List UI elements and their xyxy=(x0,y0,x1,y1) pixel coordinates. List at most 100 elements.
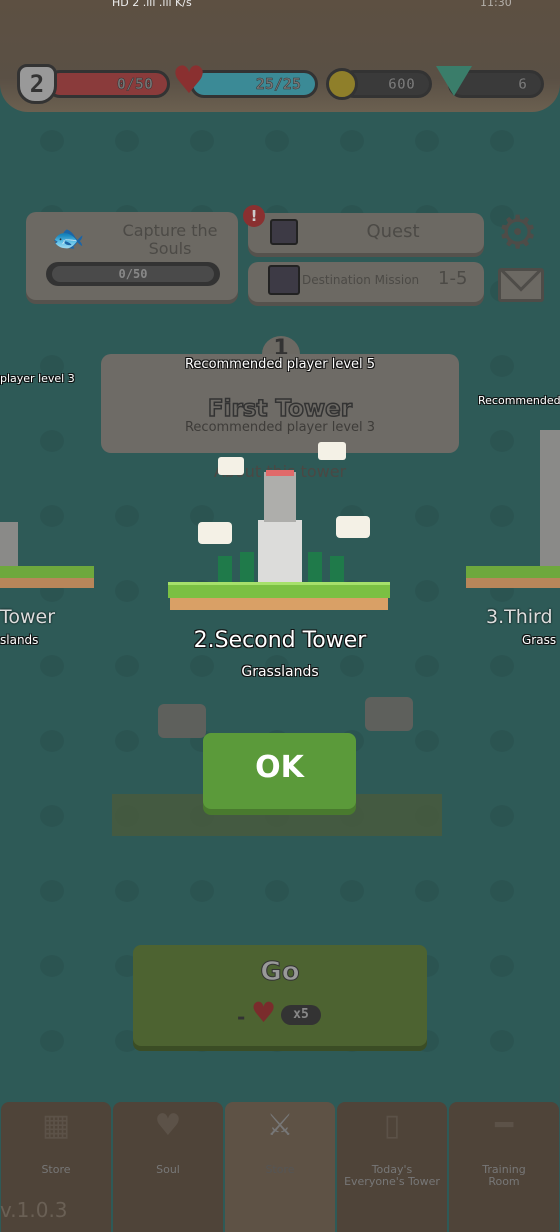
crossed-swords-icon: ⚔ xyxy=(266,1108,294,1143)
quest-label: Quest xyxy=(366,221,420,242)
paw-print-icon xyxy=(415,130,439,152)
status-bar-left: HD 2 .ıll .ıll K/s xyxy=(112,0,192,9)
hearts-value: 25/25 xyxy=(255,75,302,94)
paw-print-icon xyxy=(40,805,64,827)
nav-label: Today's Everyone's Tower xyxy=(344,1163,440,1188)
cloud-icon xyxy=(218,457,244,475)
souls-counter[interactable]: 0/50 xyxy=(46,70,170,98)
go-label: Go xyxy=(260,957,300,988)
go-cost-prefix: - xyxy=(237,1005,246,1029)
cloud-icon xyxy=(198,522,232,544)
nav-label: Store xyxy=(41,1163,71,1176)
settings-gear-icon[interactable]: ⚙ xyxy=(497,208,538,256)
soul-icon: ♥ xyxy=(154,1108,182,1143)
paw-print-icon xyxy=(415,880,439,902)
right-tower-icon xyxy=(540,430,560,566)
nav-tab-training-room[interactable]: ━ Training Room xyxy=(449,1102,559,1232)
right-island[interactable] xyxy=(466,566,560,578)
capture-title: Capture the Souls xyxy=(122,221,218,258)
paw-print-icon xyxy=(40,130,64,152)
paw-print-icon xyxy=(490,430,514,452)
paw-print-icon xyxy=(490,805,514,827)
tooltip-title: First Tower xyxy=(207,395,353,423)
nav-label: Soul xyxy=(156,1163,180,1176)
left-tower-icon xyxy=(0,522,18,566)
right-tower-name: 3.Third xyxy=(486,606,553,628)
paw-print-icon xyxy=(40,1030,64,1052)
heart-icon: ♥ xyxy=(251,996,277,1029)
capture-progress-bar: 0/50 xyxy=(46,262,220,286)
player-level: 2 xyxy=(29,70,45,98)
paw-print-icon xyxy=(340,880,364,902)
paw-print-icon xyxy=(265,880,289,902)
coins-value: 600 xyxy=(387,75,416,94)
nav-label: Store xyxy=(265,1163,295,1176)
tooltip-subtitle: Recommended player level 3 xyxy=(184,420,376,435)
mail-icon[interactable] xyxy=(498,268,544,302)
center-tower-area: Grasslands xyxy=(241,664,319,680)
paw-print-icon xyxy=(115,505,139,527)
right-tower-level: Recommended xyxy=(478,394,560,407)
floating-recommended-level: Recommended player level 5 xyxy=(184,357,376,372)
nav-label: Training Room xyxy=(482,1163,526,1188)
paw-print-icon xyxy=(40,505,64,527)
version-label: v.1.0.3 xyxy=(0,1198,68,1222)
left-island[interactable] xyxy=(0,566,94,578)
paw-print-icon xyxy=(490,955,514,977)
paw-print-icon xyxy=(265,130,289,152)
destination-mission-button[interactable]: Destination Mission 1-5 xyxy=(248,262,484,302)
go-button[interactable]: Go - ♥ x5 xyxy=(133,945,427,1046)
paw-print-icon xyxy=(415,580,439,602)
nav-tab-everyones-tower[interactable]: ▯ Today's Everyone's Tower xyxy=(337,1102,447,1232)
destination-label: Destination Mission xyxy=(302,273,420,287)
shop-icon: ▦ xyxy=(41,1108,71,1143)
cloud-icon xyxy=(158,704,206,738)
paw-print-icon xyxy=(415,730,439,752)
top-bar: HD 2 .ıll .ıll K/s 11:30 0/50 2 25/25 ♥ … xyxy=(0,0,560,112)
cat-level-icon: 2 xyxy=(17,64,57,104)
paw-print-icon xyxy=(115,730,139,752)
cloud-icon xyxy=(365,697,413,731)
cloud-icon xyxy=(336,516,370,538)
souls-value: 0/50 xyxy=(116,75,154,94)
cards-icon: ▯ xyxy=(383,1108,401,1143)
paw-print-icon xyxy=(490,880,514,902)
paw-print-icon xyxy=(340,130,364,152)
center-tower-name: 2.Second Tower xyxy=(193,628,367,653)
gems-value: 6 xyxy=(517,75,528,94)
tower-icon xyxy=(258,520,302,582)
go-cost: x5 xyxy=(281,1005,321,1025)
dumbbell-icon: ━ xyxy=(494,1108,514,1143)
chest-icon xyxy=(268,265,300,295)
paw-print-icon xyxy=(490,1030,514,1052)
capture-souls-button[interactable]: 🐟 Capture the Souls 0/50 xyxy=(26,212,238,300)
paw-print-icon xyxy=(190,880,214,902)
nav-tab-soul[interactable]: ♥ Soul xyxy=(113,1102,223,1232)
left-tower-name: Tower xyxy=(0,606,56,628)
quest-button[interactable]: Quest xyxy=(248,213,484,253)
paw-print-icon xyxy=(115,880,139,902)
ok-button[interactable]: OK xyxy=(203,733,356,809)
status-bar-time: 11:30 xyxy=(480,0,512,9)
fish-pile-icon: 🐟 xyxy=(52,224,85,254)
paw-print-icon xyxy=(40,955,64,977)
paw-print-icon xyxy=(115,580,139,602)
quest-alert-badge: ! xyxy=(243,205,265,227)
hearts-counter[interactable]: 25/25 xyxy=(190,70,318,98)
gem-icon xyxy=(436,66,472,96)
paw-print-icon xyxy=(490,730,514,752)
paw-print-icon xyxy=(40,730,64,752)
cloud-icon xyxy=(318,442,346,460)
left-tower-level: player level 3 xyxy=(0,372,75,385)
paw-print-icon xyxy=(415,505,439,527)
paw-print-icon xyxy=(190,130,214,152)
nav-tab-battle[interactable]: ⚔ Store xyxy=(225,1102,335,1232)
paw-print-icon xyxy=(40,880,64,902)
paw-print-icon xyxy=(115,130,139,152)
chest-icon xyxy=(270,219,298,245)
coin-icon xyxy=(326,68,358,100)
paw-print-icon xyxy=(40,430,64,452)
paw-print-icon xyxy=(490,130,514,152)
heart-icon: ♥ xyxy=(172,58,207,102)
destination-stage: 1-5 xyxy=(438,268,468,289)
